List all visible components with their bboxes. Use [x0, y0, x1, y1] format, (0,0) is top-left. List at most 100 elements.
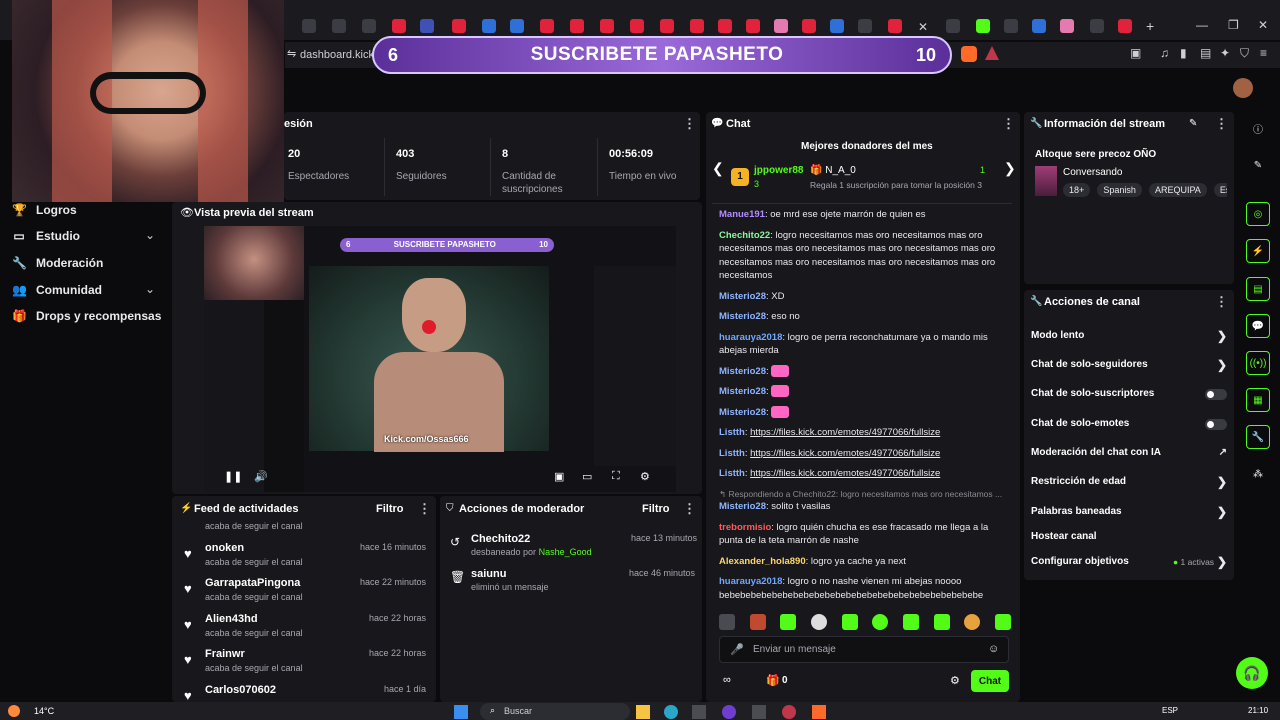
broadcast-icon[interactable]: ((•)) [1246, 351, 1270, 375]
feed-user[interactable]: Carlos070602 [205, 684, 276, 696]
screenshot-icon[interactable]: ▣ [1130, 46, 1141, 60]
pencil-icon[interactable]: ✎ [1246, 153, 1270, 177]
emote-icon[interactable] [749, 614, 766, 630]
new-tab-icon[interactable]: + [1146, 18, 1154, 34]
chat-username[interactable]: huarauya2018 [719, 576, 782, 587]
app-icon[interactable] [722, 705, 736, 719]
tab-icon[interactable] [362, 19, 376, 33]
more-options-icon[interactable]: ⋮ [418, 501, 431, 517]
emote-icon[interactable] [933, 614, 950, 630]
subs-only-toggle[interactable] [1205, 389, 1227, 400]
chevron-down-icon[interactable]: ⌄ [145, 282, 155, 296]
wallet-icon[interactable]: ▤ [1200, 46, 1211, 60]
music-icon[interactable]: ♫ [1160, 46, 1169, 60]
tab-icon[interactable] [420, 19, 434, 33]
tab-icon[interactable] [510, 19, 524, 33]
avatar[interactable] [1233, 78, 1253, 98]
action-followers-only[interactable]: Chat de solo-seguidores ❯ [1031, 356, 1227, 374]
tab-icon[interactable] [858, 19, 872, 33]
tab-icon[interactable] [600, 19, 614, 33]
tab-icon[interactable] [1118, 19, 1132, 33]
tab-icon[interactable] [888, 19, 902, 33]
mod-user[interactable]: Chechito22 [471, 533, 530, 545]
chevron-down-icon[interactable]: ⌄ [145, 228, 155, 242]
chat-icon[interactable]: 💬 [1246, 314, 1270, 338]
chat-username[interactable]: Misterio28 [719, 291, 766, 302]
action-banned-words[interactable]: Palabras baneadas ❯ [1031, 503, 1227, 521]
chat-link[interactable]: https://files.kick.com/emotes/4977066/fu… [750, 468, 940, 479]
chat-username[interactable]: Manue191 [719, 209, 765, 220]
app-icon[interactable] [752, 705, 766, 719]
target-icon[interactable]: ◎ [1246, 202, 1270, 226]
action-slow-mode[interactable]: Modo lento ❯ [1031, 327, 1227, 345]
chat-input[interactable]: 🎤 Enviar un mensaje ☺ [719, 636, 1009, 663]
chevron-right-icon[interactable]: ❯ [1004, 160, 1016, 177]
sidebar-item-moderacion[interactable]: 🔧 Moderación [12, 253, 103, 273]
taskbar-search[interactable] [480, 703, 630, 720]
emote-icon[interactable] [902, 614, 919, 630]
share-icon[interactable]: ⁂ [1246, 462, 1270, 486]
settings-icon[interactable]: ⚙ [640, 470, 650, 483]
window-close-icon[interactable]: ✕ [1258, 18, 1268, 32]
tab-icon[interactable] [482, 19, 496, 33]
sidebar-item-estudio[interactable]: ▭ Estudio [12, 226, 80, 246]
tab-icon[interactable] [1004, 19, 1018, 33]
more-options-icon[interactable]: ⋮ [683, 501, 696, 517]
tag-chip[interactable]: Es [1213, 183, 1227, 197]
more-options-icon[interactable]: ⋮ [1002, 116, 1015, 132]
feed-user[interactable]: Alien43hd [205, 613, 258, 625]
close-tab-icon[interactable]: ✕ [918, 20, 936, 34]
category-name[interactable]: Conversando [1063, 167, 1122, 178]
tab-icon[interactable] [802, 19, 816, 33]
chat-username[interactable]: trebormisio [719, 522, 771, 533]
stream-preview-video[interactable]: 6 SUSCRIBETE PAPASHETO 10 Kick.com/Ossas… [204, 226, 676, 492]
emoji-icon[interactable]: ☺ [988, 643, 999, 655]
tab-icon[interactable] [830, 19, 844, 33]
chat-username[interactable]: Misterio28 [719, 501, 766, 512]
lightning-icon[interactable]: ⚡ [1246, 239, 1270, 263]
volume-icon[interactable]: 🔊 [254, 470, 268, 483]
mod-filter-button[interactable]: Filtro [642, 503, 670, 515]
sidebar-icon[interactable]: ▮ [1180, 46, 1187, 60]
tab-icon[interactable] [946, 19, 960, 33]
vpn-icon[interactable]: ⛉ [1240, 46, 1249, 61]
emote-icon[interactable] [719, 614, 735, 630]
action-goals[interactable]: Configurar objetivos ● 1 activas ❯ [1031, 553, 1227, 571]
channel-points-icon[interactable]: ∞ [723, 674, 731, 686]
more-options-icon[interactable]: ⋮ [1215, 116, 1228, 132]
tab-icon[interactable] [718, 19, 732, 33]
pause-icon[interactable]: ❚❚ [224, 470, 242, 483]
tab-icon[interactable] [690, 19, 704, 33]
mic-icon[interactable]: 🎤 [730, 643, 744, 656]
chat-username[interactable]: Misterio28 [719, 311, 766, 322]
tab-icon[interactable] [570, 19, 584, 33]
emote-icon[interactable] [841, 614, 858, 630]
chat-username[interactable]: Misterio28 [719, 407, 766, 418]
chat-link[interactable]: https://files.kick.com/emotes/4977066/fu… [750, 427, 940, 438]
chat-username[interactable]: Misterio28 [719, 386, 766, 397]
tab-icon[interactable] [1060, 19, 1074, 33]
action-host-channel[interactable]: Hostear canal [1031, 528, 1227, 546]
emote-icon[interactable] [810, 614, 827, 630]
site-info-icon[interactable]: ⇋ [287, 47, 296, 60]
chat-username[interactable]: Alexander_hola890 [719, 556, 806, 567]
brave-rewards-icon[interactable] [985, 46, 999, 60]
chevron-left-icon[interactable]: ❮ [712, 160, 724, 177]
tag-chip[interactable]: Spanish [1097, 183, 1142, 197]
tab-icon[interactable] [540, 19, 554, 33]
edge-icon[interactable] [664, 705, 678, 719]
more-options-icon[interactable]: ⋮ [683, 116, 696, 132]
language-indicator[interactable]: ESP [1162, 706, 1178, 715]
action-age-restriction[interactable]: Restricción de edad ❯ [1031, 473, 1227, 491]
chat-link[interactable]: https://files.kick.com/emotes/4977066/fu… [750, 448, 940, 459]
clock[interactable]: 21:10 [1248, 706, 1268, 715]
send-chat-button[interactable]: Chat [971, 670, 1009, 692]
chat-username[interactable]: Misterio28 [719, 366, 766, 377]
sidebar-item-drops[interactable]: 🎁 Drops y recompensas [12, 306, 161, 326]
tab-icon[interactable] [392, 19, 406, 33]
tab-icon[interactable] [746, 19, 760, 33]
chat-username[interactable]: Listth [719, 448, 745, 459]
tab-icon[interactable] [1032, 19, 1046, 33]
support-headset-icon[interactable]: 🎧 [1236, 657, 1268, 689]
chat-username[interactable]: Listth [719, 427, 745, 438]
